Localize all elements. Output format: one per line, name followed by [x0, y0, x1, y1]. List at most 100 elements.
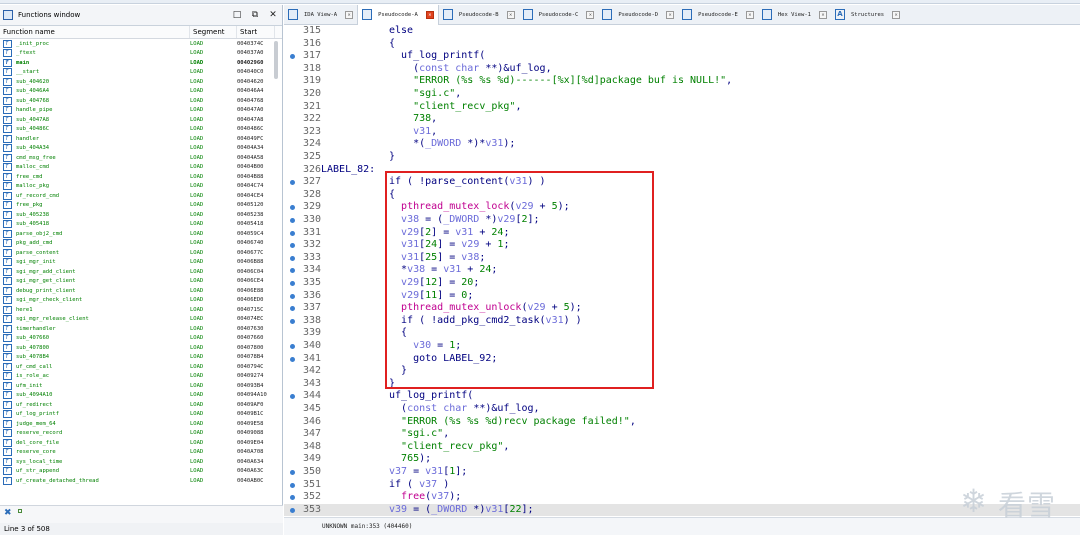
function-row[interactable]: uf_create_detached_thread LOAD 0040AB0C	[0, 476, 282, 486]
code-line[interactable]: 345 (const char **)&uf_log,	[284, 403, 1080, 416]
function-row[interactable]: uf_redirect LOAD 00409AF0	[0, 400, 282, 410]
column-start[interactable]: Start	[237, 26, 275, 38]
code-line[interactable]: 332 v31[24] = v29 + 1;	[284, 239, 1080, 252]
code-line[interactable]: 326 LABEL_82:	[284, 164, 1080, 177]
tab-close-icon[interactable]: ✕	[506, 10, 515, 19]
breakpoint-dot-icon[interactable]	[290, 293, 295, 299]
breakpoint-dot-icon[interactable]	[290, 281, 295, 286]
function-row[interactable]: _init_proc LOAD 0040374C	[0, 39, 282, 49]
tab-close-icon[interactable]: ✕	[345, 10, 354, 19]
function-row[interactable]: del_core_file LOAD 00409E04	[0, 438, 282, 448]
code-line[interactable]: 350 v37 = v31[1];	[284, 466, 1080, 479]
function-row[interactable]: parse_obj2_cmd LOAD 004059C4	[0, 229, 282, 239]
tab-close-icon[interactable]: ✕	[425, 10, 434, 19]
function-row[interactable]: __start LOAD 004040C0	[0, 68, 282, 78]
function-row[interactable]: sub_40486C LOAD 0040486C	[0, 125, 282, 135]
breakpoint-dot-icon[interactable]	[290, 230, 295, 236]
function-row[interactable]: sub_407660 LOAD 00407660	[0, 334, 282, 344]
function-row[interactable]: sgi_mgr_init LOAD 00406B88	[0, 258, 282, 268]
code-line[interactable]: 331 v29[2] = v31 + 24;	[284, 227, 1080, 240]
function-row[interactable]: sgi_mgr_get_client LOAD 00406CE4	[0, 277, 282, 287]
function-row[interactable]: sub_404768 LOAD 00404768	[0, 96, 282, 106]
code-line[interactable]: 327 if ( !parse_content(v31) )	[284, 176, 1080, 189]
breakpoint-dot-icon[interactable]	[290, 180, 295, 186]
function-row[interactable]: is_role_ac LOAD 00409274	[0, 372, 282, 382]
function-row[interactable]: here1 LOAD 0040715C	[0, 305, 282, 315]
function-row[interactable]: uf_str_append LOAD 0040A63C	[0, 467, 282, 477]
code-line[interactable]: 318 (const char **)&uf_log,	[284, 63, 1080, 76]
code-line[interactable]: 323 v31,	[284, 126, 1080, 139]
function-row[interactable]: handler LOAD 004049FC	[0, 134, 282, 144]
function-row[interactable]: sub_4078B4 LOAD 004078B4	[0, 353, 282, 363]
breakpoint-dot-icon[interactable]	[290, 268, 295, 274]
function-row[interactable]: sgi_mgr_release_client LOAD 004074EC	[0, 315, 282, 325]
function-row[interactable]: ufm_init LOAD 004093B4	[0, 381, 282, 391]
tab-pseudocode-c[interactable]: Pseudocode-C ✕	[519, 5, 599, 25]
code-line[interactable]: 347 "sgi.c",	[284, 428, 1080, 441]
tab-close-icon[interactable]: ✕	[586, 10, 595, 19]
code-line[interactable]: 320 "sgi.c",	[284, 88, 1080, 101]
code-line[interactable]: 317 uf_log_printf(	[284, 50, 1080, 63]
function-row[interactable]: uf_log_printf LOAD 00409B1C	[0, 410, 282, 420]
breakpoint-dot-icon[interactable]	[290, 54, 295, 60]
tab-close-icon[interactable]: ✕	[745, 10, 754, 19]
function-row[interactable]: sgi_mgr_check_client LOAD 00406ED0	[0, 296, 282, 306]
tab-structures[interactable]: A Structures ✕	[831, 5, 904, 25]
function-row[interactable]: sub_4046A4 LOAD 004046A4	[0, 87, 282, 97]
breakpoint-dot-icon[interactable]	[290, 218, 295, 223]
code-line[interactable]: 333 v31[25] = v38;	[284, 252, 1080, 265]
function-row[interactable]: sub_4047A8 LOAD 004047A8	[0, 115, 282, 125]
code-line[interactable]: 348 "client_recv_pkg",	[284, 441, 1080, 454]
breakpoint-dot-icon[interactable]	[290, 255, 295, 261]
code-line[interactable]: 328 {	[284, 189, 1080, 202]
tab-close-icon[interactable]: ✕	[666, 10, 675, 19]
function-row[interactable]: reserve_record LOAD 00409088	[0, 429, 282, 439]
breakpoint-dot-icon[interactable]	[290, 306, 295, 312]
function-row[interactable]: reserve_core LOAD 0040A708	[0, 448, 282, 458]
function-row[interactable]: sub_404620 LOAD 00404620	[0, 77, 282, 87]
close-icon[interactable]: ✕	[264, 10, 282, 20]
function-row[interactable]: cmd_msg_free LOAD 00404A58	[0, 153, 282, 163]
function-row[interactable]: uf_cmd_call LOAD 0040794C	[0, 362, 282, 372]
function-row[interactable]: sub_407800 LOAD 00407800	[0, 343, 282, 353]
tab-pseudocode-a[interactable]: Pseudocode-A ✕	[357, 4, 439, 25]
code-line[interactable]: 343}	[284, 378, 1080, 391]
breakpoint-dot-icon[interactable]	[290, 344, 295, 349]
breakpoint-dot-icon[interactable]	[290, 495, 295, 501]
breakpoint-dot-icon[interactable]	[290, 318, 295, 324]
function-row[interactable]: pkg_add_cmd LOAD 00406740	[0, 239, 282, 249]
tab-pseudocode-d[interactable]: Pseudocode-D ✕	[598, 5, 678, 25]
function-row[interactable]: sub_404A34 LOAD 00404A34	[0, 144, 282, 154]
code-line[interactable]: 342 }	[284, 365, 1080, 378]
function-row[interactable]: parse_content LOAD 0040677C	[0, 248, 282, 258]
function-row[interactable]: debug_print_client LOAD 00406E88	[0, 286, 282, 296]
tab-hex-view-1[interactable]: Hex View-1 ✕	[758, 5, 831, 25]
tab-pseudocode-b[interactable]: Pseudocode-B ✕	[439, 5, 519, 25]
float-icon[interactable]: ⧉	[246, 10, 264, 20]
function-row[interactable]: main LOAD 00402960	[0, 58, 282, 68]
function-row[interactable]: sub_405238 LOAD 00405238	[0, 210, 282, 220]
cross-icon[interactable]: ✖	[4, 508, 12, 518]
code-line[interactable]: 338 if ( !add_pkg_cmd2_task(v31) )	[284, 315, 1080, 328]
column-function-name[interactable]: Function name	[0, 26, 190, 38]
code-line[interactable]: 344 uf_log_printf(	[284, 390, 1080, 403]
tab-close-icon[interactable]: ✕	[892, 10, 901, 19]
breakpoint-dot-icon[interactable]	[290, 482, 295, 488]
breakpoint-dot-icon[interactable]	[290, 205, 295, 211]
column-segment[interactable]: Segment	[190, 26, 237, 38]
breakpoint-dot-icon[interactable]	[290, 507, 295, 513]
tab-ida-view-a[interactable]: IDA View-A ✕	[284, 5, 357, 25]
breakpoint-dot-icon[interactable]	[290, 356, 295, 362]
tab-close-icon[interactable]: ✕	[819, 10, 827, 19]
code-line[interactable]: 337 pthread_mutex_unlock(v29 + 5);	[284, 302, 1080, 315]
function-row[interactable]: sub_405418 LOAD 00405418	[0, 220, 282, 230]
function-row[interactable]: handle_pipe LOAD 004047A0	[0, 106, 282, 116]
code-line[interactable]: 349 765);	[284, 453, 1080, 466]
pseudocode-view[interactable]: 315 else 316{317 uf_log_printf(318 (const …	[284, 25, 1080, 517]
function-row[interactable]: judge_mem_64 LOAD 00409E58	[0, 419, 282, 429]
code-line[interactable]: 330 v38 = (_DWORD *)v29[2];	[284, 214, 1080, 227]
function-row[interactable]: uf_record_cmd LOAD 00404CE4	[0, 191, 282, 201]
functions-scrollbar[interactable]	[274, 41, 278, 79]
function-row[interactable]: free_pkg LOAD 00405120	[0, 201, 282, 211]
function-row[interactable]: malloc_cmd LOAD 00404B00	[0, 163, 282, 173]
